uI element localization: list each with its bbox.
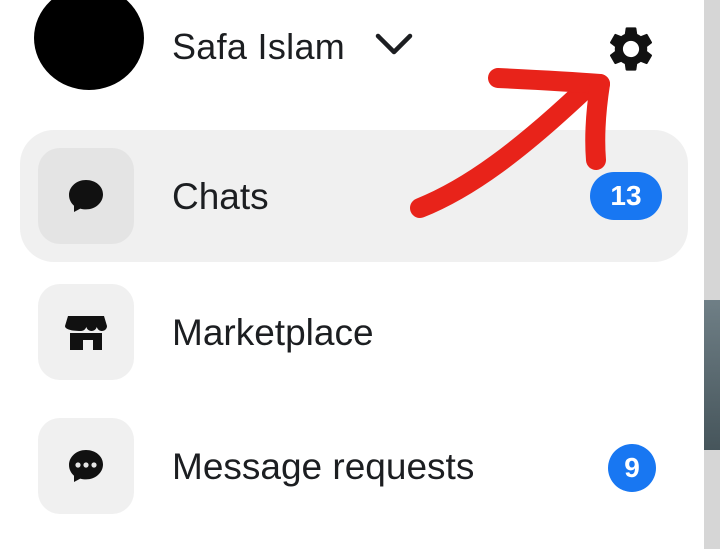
- profile-name[interactable]: Safa Islam: [172, 26, 345, 68]
- chat-dots-icon: [69, 450, 103, 482]
- avatar[interactable]: [34, 0, 144, 90]
- storefront-icon: [65, 316, 107, 350]
- sidebar-item-message-requests[interactable]: Message requests 9: [20, 400, 688, 532]
- sidebar-item-chats[interactable]: Chats 13: [20, 130, 688, 262]
- sidebar-item-label: Chats: [172, 176, 269, 217]
- marketplace-icon-box: [38, 284, 134, 380]
- sidebar-item-label: Message requests: [172, 446, 475, 487]
- chevron-down-icon[interactable]: [374, 30, 414, 60]
- background-content-strip: [704, 0, 720, 549]
- chats-icon-box: [38, 148, 134, 244]
- sidebar-item-marketplace[interactable]: Marketplace: [20, 266, 688, 398]
- unread-count-badge: 13: [590, 172, 662, 220]
- message-requests-icon-box: [38, 418, 134, 514]
- chat-bubble-icon: [69, 180, 103, 212]
- sidebar-item-label: Marketplace: [172, 312, 374, 353]
- unread-count-badge: 9: [608, 444, 656, 492]
- gear-icon[interactable]: [604, 22, 658, 76]
- background-image-fragment: [704, 300, 720, 450]
